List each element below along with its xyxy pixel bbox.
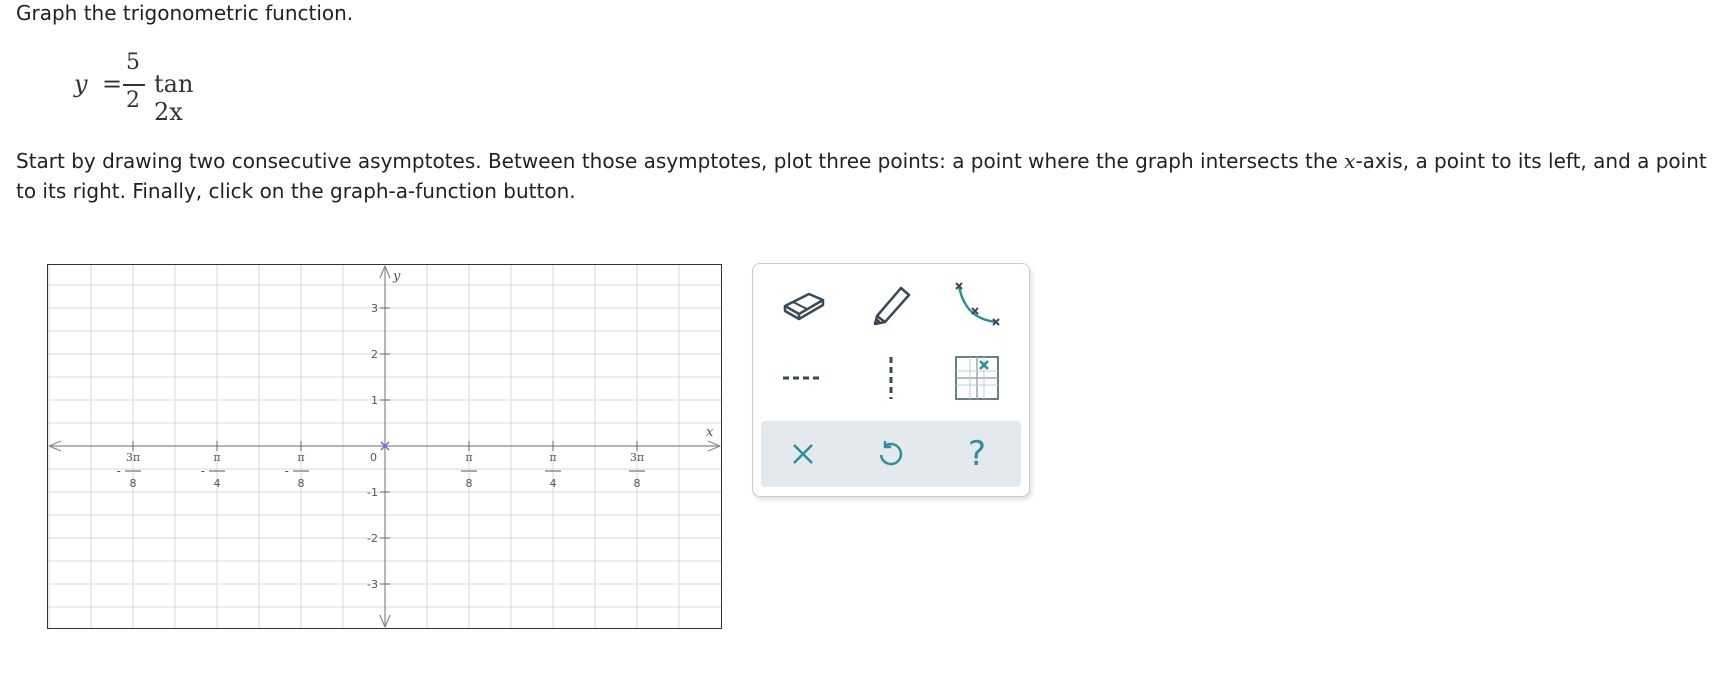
help-icon: ?: [967, 434, 987, 474]
equation-numerator: 5: [126, 50, 140, 75]
y-tick-label: -1: [367, 486, 378, 499]
eraser-icon: [783, 292, 825, 321]
origin-label: 0: [370, 451, 377, 464]
vertical-asymptote-tool[interactable]: [863, 350, 919, 406]
undo-icon: [879, 441, 903, 466]
graph-svg[interactable]: xy3π8-π4-π8-π8π43π80321-1-2-3: [47, 264, 722, 629]
x-tick-numerator: 3π: [630, 451, 644, 464]
x-axis-label: x: [706, 425, 714, 440]
x-tick-numerator: π: [213, 451, 220, 464]
instructions-part1: Start by drawing two consecutive asympto…: [16, 149, 1345, 173]
y-tick-label: -2: [367, 532, 378, 545]
x-tick-denominator: 4: [214, 477, 221, 490]
curve-points-icon: [955, 282, 1000, 326]
clear-button[interactable]: [775, 426, 831, 482]
x-tick-sign: -: [285, 464, 289, 478]
x-tick-numerator: 3π: [126, 451, 140, 464]
x-tick-denominator: 8: [634, 477, 641, 490]
horizontal-asymptote-icon: [783, 376, 823, 380]
x-tick-numerator: π: [297, 451, 304, 464]
x-tick-denominator: 8: [130, 477, 137, 490]
question-prompt: Graph the trigonometric function.: [16, 1, 354, 25]
y-tick-label: -3: [367, 578, 378, 591]
x-tick-numerator: π: [549, 451, 556, 464]
x-tick-denominator: 8: [466, 477, 473, 490]
plot-points-tool[interactable]: [949, 276, 1005, 332]
instructions-variable: x: [1344, 149, 1356, 173]
clear-icon: [793, 444, 813, 464]
graph-canvas[interactable]: x y 3π 8- π 4- π 8- π 8 π 4 3π 8 0 3 2 1 -1 -2 -3: [47, 264, 722, 629]
eraser-tool[interactable]: [775, 276, 831, 332]
pencil-icon: [873, 286, 911, 326]
y-tick-label: 1: [371, 394, 378, 407]
help-button[interactable]: ?: [949, 426, 1005, 482]
horizontal-asymptote-tool[interactable]: [775, 350, 831, 406]
x-tick-sign: -: [117, 464, 121, 478]
pencil-tool[interactable]: [863, 276, 919, 332]
undo-button[interactable]: [863, 426, 919, 482]
equation-function: tan 2x: [154, 70, 194, 126]
x-tick-denominator: 8: [298, 477, 305, 490]
graph-function-tool[interactable]: [949, 350, 1005, 406]
equation-equals: =: [102, 70, 123, 98]
y-tick-label: 3: [371, 302, 378, 315]
equation-denominator: 2: [126, 88, 140, 113]
graph-toolbox: ?: [752, 263, 1030, 497]
x-tick-numerator: π: [465, 451, 472, 464]
fraction-bar: [123, 84, 145, 86]
action-bar: ?: [761, 421, 1021, 487]
y-axis-label: y: [392, 269, 401, 284]
y-tick-label: 2: [371, 348, 378, 361]
graph-function-icon: [955, 356, 999, 400]
vertical-asymptote-icon: [889, 357, 893, 399]
instructions: Start by drawing two consecutive asympto…: [16, 146, 1716, 206]
x-tick-denominator: 4: [550, 477, 557, 490]
equation-lhs: y: [74, 70, 88, 98]
x-tick-sign: -: [201, 464, 205, 478]
